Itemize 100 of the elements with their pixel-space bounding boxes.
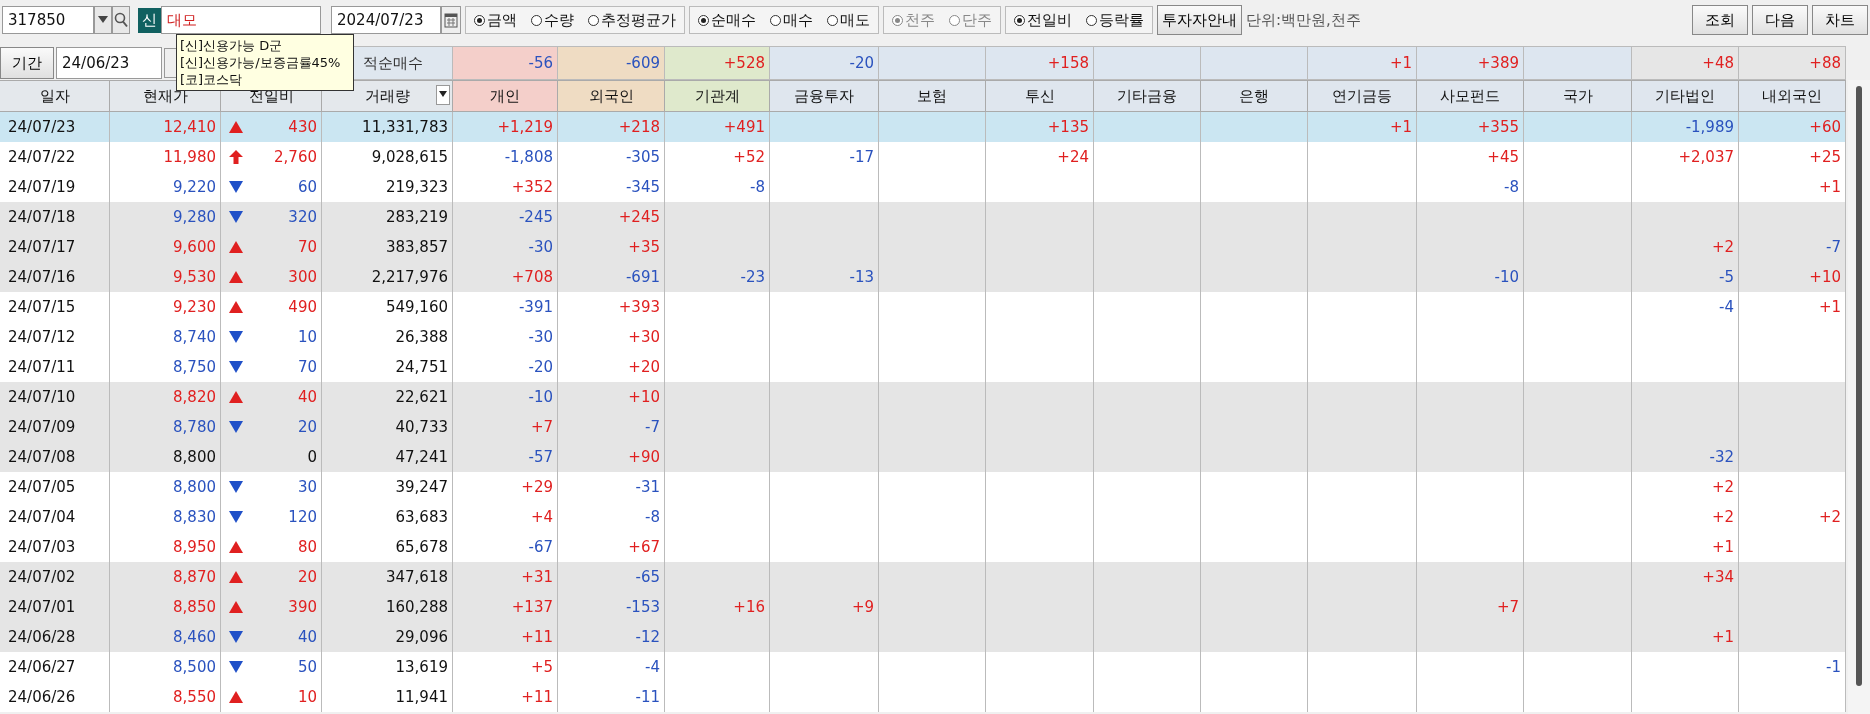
table-row[interactable]: 24/07/11 8,750 70 24,751 -20 +20 xyxy=(0,352,1846,382)
table-cell: 60 xyxy=(297,178,317,196)
table-row[interactable]: 24/07/01 8,850 390 160,288 +137 -153 +16 +9 +7 xyxy=(0,592,1846,622)
radio-label[interactable]: 등락률 xyxy=(1099,10,1144,30)
radio-button[interactable] xyxy=(1014,14,1025,26)
column-header[interactable]: 기타법인 xyxy=(1632,80,1739,112)
column-header[interactable]: 보험 xyxy=(879,80,986,112)
table-row[interactable]: 24/07/08 8,800 0 47,241 -57 +90 -32 xyxy=(0,442,1846,472)
column-header[interactable]: 외국인 xyxy=(558,80,665,112)
table-row[interactable]: 24/07/18 9,280 320 283,219 -245 +245 xyxy=(0,202,1846,232)
search-button[interactable] xyxy=(112,6,130,34)
table-row[interactable]: 24/07/05 8,800 30 39,247 +29 -31 +2 xyxy=(0,472,1846,502)
column-header[interactable]: 거래량 xyxy=(322,80,453,112)
table-row[interactable]: 24/07/03 8,950 80 65,678 -67 +67 +1 xyxy=(0,532,1846,562)
column-header[interactable]: 금융투자 xyxy=(770,80,879,112)
table-cell: 2,760 xyxy=(274,148,317,166)
summary-cell: +158 xyxy=(986,46,1094,80)
radio-button[interactable] xyxy=(588,14,599,26)
date-field[interactable]: 2024/07/23 xyxy=(331,6,441,34)
radio-label[interactable]: 금액 xyxy=(487,10,517,30)
radio-label[interactable]: 수량 xyxy=(544,10,574,30)
caret-icon xyxy=(98,16,108,24)
table-row[interactable]: 24/07/15 9,230 490 549,160 -391 +393 -4 +1 xyxy=(0,292,1846,322)
summary-cell: +48 xyxy=(1632,46,1739,80)
summary-cell: +1 xyxy=(1308,46,1417,80)
radio-label[interactable]: 매도 xyxy=(840,10,870,30)
start-date-field[interactable]: 24/06/23 xyxy=(56,47,162,79)
down-triangle-icon xyxy=(229,331,243,343)
table-row[interactable]: 24/06/28 8,460 40 29,096 +11 -12 +1 xyxy=(0,622,1846,652)
table-row[interactable]: 24/07/19 9,220 60 219,323 +352 -345 -8 -8 +1 xyxy=(0,172,1846,202)
table-cell: 490 xyxy=(288,298,317,316)
up-arrow-icon xyxy=(229,150,243,164)
summary-cell: -609 xyxy=(558,46,665,80)
action-button[interactable]: 차트 xyxy=(1812,5,1868,35)
table-row[interactable]: 24/07/17 9,600 70 383,857 -30 +35 +2 -7 xyxy=(0,232,1846,262)
table-row[interactable]: 24/07/10 8,820 40 22,621 -10 +10 xyxy=(0,382,1846,412)
table-cell: 11,941 xyxy=(322,682,453,712)
table-cell: 10 xyxy=(297,328,317,346)
stock-name-field[interactable]: 대모 xyxy=(161,6,321,34)
calendar-button[interactable] xyxy=(441,6,461,34)
up-triangle-icon xyxy=(229,541,243,553)
summary-cell: +528 xyxy=(665,46,770,80)
column-header[interactable]: 국가 xyxy=(1524,80,1632,112)
radio-button[interactable] xyxy=(770,14,781,26)
radio-label[interactable]: 순매수 xyxy=(711,10,756,30)
table-row[interactable]: 24/07/02 8,870 20 347,618 +31 -65 +34 xyxy=(0,562,1846,592)
down-triangle-icon xyxy=(229,421,243,433)
up-triangle-icon xyxy=(229,241,243,253)
column-header[interactable]: 개인 xyxy=(453,80,558,112)
down-triangle-icon xyxy=(229,361,243,373)
table-row[interactable]: 24/07/09 8,780 20 40,733 +7 -7 xyxy=(0,412,1846,442)
period-button[interactable]: 기간 xyxy=(0,47,54,79)
column-header[interactable]: 사모펀드 xyxy=(1417,80,1524,112)
dropdown-icon[interactable] xyxy=(436,85,450,105)
table-row[interactable]: 24/07/23 12,410 430 11,331,783 +1,219 +218 +491 +135 +1 +355 -1,989 +60 xyxy=(0,112,1846,142)
table-row[interactable]: 24/06/27 8,500 50 13,619 +5 -4 -1 xyxy=(0,652,1846,682)
radio-label[interactable]: 전일비 xyxy=(1027,10,1072,30)
stock-code-field[interactable]: 317850 xyxy=(2,6,94,34)
down-triangle-icon xyxy=(229,481,243,493)
table-cell: 40 xyxy=(297,388,317,406)
radio-button[interactable] xyxy=(698,14,709,26)
up-triangle-icon xyxy=(229,301,243,313)
table-cell: 300 xyxy=(288,268,317,286)
down-triangle-icon xyxy=(229,661,243,673)
table-cell: 390 xyxy=(288,598,317,616)
radio-button[interactable] xyxy=(474,14,485,26)
dropdown-button[interactable] xyxy=(94,6,112,34)
table-row[interactable]: 24/07/22 11,980 2,760 9,028,615 -1,808 -305 +52 -17 +24 +45 +2,037 +25 xyxy=(0,142,1846,172)
radio-label[interactable]: 추정평균가 xyxy=(601,10,676,30)
column-header[interactable]: 연기금등 xyxy=(1308,80,1417,112)
action-button[interactable]: 조회 xyxy=(1692,5,1748,35)
table-cell: 50 xyxy=(297,658,317,676)
radio-button[interactable] xyxy=(531,14,542,26)
scrollbar[interactable] xyxy=(1848,80,1870,714)
down-triangle-icon xyxy=(229,181,243,193)
down-triangle-icon xyxy=(229,631,243,643)
table-row[interactable]: 24/07/12 8,740 10 26,388 -30 +30 xyxy=(0,322,1846,352)
column-header[interactable]: 은행 xyxy=(1201,80,1308,112)
column-header[interactable]: 기관계 xyxy=(665,80,770,112)
tooltip: [신]신용가능 D군 [신]신용가능/보증금률45% [코]코스닥 xyxy=(176,34,354,91)
summary-cell: -20 xyxy=(770,46,879,80)
radio-label[interactable]: 매수 xyxy=(783,10,813,30)
table-cell: 30 xyxy=(297,478,317,496)
table-row[interactable]: 24/07/04 8,830 120 63,683 +4 -8 +2 +2 xyxy=(0,502,1846,532)
radio-button[interactable] xyxy=(827,14,838,26)
column-header[interactable]: 일자 xyxy=(0,80,110,112)
column-header[interactable]: 투신 xyxy=(986,80,1094,112)
action-button[interactable]: 다음 xyxy=(1752,5,1808,35)
investor-guide-button[interactable]: 투자자안내 xyxy=(1157,5,1242,35)
table-cell: +11 xyxy=(453,682,558,712)
table-cell: 10 xyxy=(297,688,317,706)
table-cell: 24/06/26 xyxy=(0,682,110,712)
column-header[interactable]: 내외국인 xyxy=(1739,80,1846,112)
table-row[interactable]: 24/06/26 8,550 10 11,941 +11 -11 xyxy=(0,682,1846,712)
up-triangle-icon xyxy=(229,571,243,583)
table-cell: 80 xyxy=(297,538,317,556)
table-row[interactable]: 24/07/16 9,530 300 2,217,976 +708 -691 -23 -13 -10 -5 +10 xyxy=(0,262,1846,292)
summary-cell: +389 xyxy=(1417,46,1524,80)
radio-button[interactable] xyxy=(1086,14,1097,26)
column-header[interactable]: 기타금융 xyxy=(1094,80,1201,112)
